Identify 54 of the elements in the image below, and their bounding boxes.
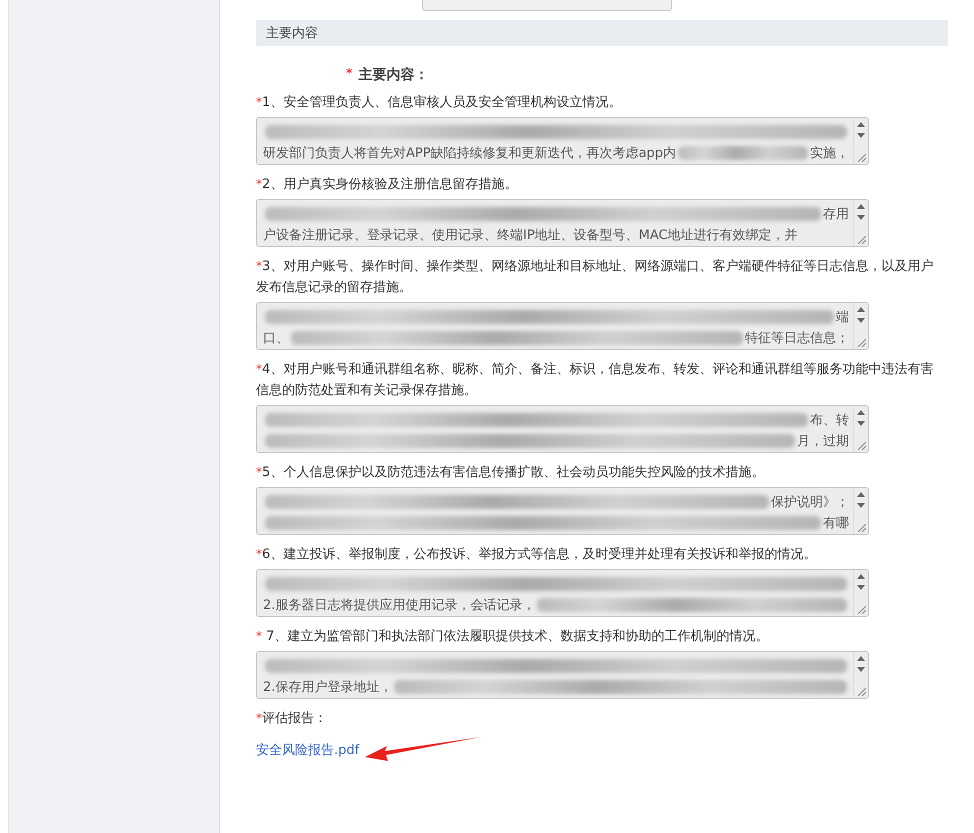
answer-text: 实施， — [810, 144, 849, 162]
scroll-up-icon[interactable] — [857, 492, 865, 497]
text-area[interactable]: 2.保存用户登录地址， — [256, 651, 869, 699]
text-area[interactable]: 保护说明》； 有哪 — [256, 487, 869, 535]
resize-handle-icon[interactable] — [858, 442, 866, 450]
answer-text: 月，过期 — [797, 432, 849, 450]
answer-text: 端 — [836, 308, 849, 326]
answer-text: 特征等日志信息； — [745, 330, 849, 346]
answer-text: 研发部门负责人将首先对APP缺陷持续修复和更新迭代，再次考虑app内 — [263, 144, 676, 162]
answer-text: 布、转 — [810, 412, 849, 428]
section-header: 主要内容 — [256, 20, 948, 46]
answer-text: 口、 — [263, 330, 289, 346]
scroll-up-icon[interactable] — [857, 656, 865, 661]
report-label: *评估报告： — [256, 710, 328, 728]
scroll-up-icon[interactable] — [857, 574, 865, 579]
question-label: *1、安全管理负责人、信息审核人员及安全管理机构设立情况。 — [256, 94, 622, 112]
scroll-down-icon[interactable] — [857, 318, 865, 323]
question-label: *6、建立投诉、举报制度，公布投诉、举报方式等信息，及时受理并处理有关投诉和举报的情况。 — [256, 546, 818, 564]
answer-text: 2.服务器日志将提供应用使用记录，会话记录， — [263, 596, 536, 614]
scroll-up-icon[interactable] — [857, 307, 865, 312]
text-area[interactable]: 存用 户设备注册记录、登录记录、使用记录、终端IP地址、设备型号、MAC地址进行有效绑定，并 — [256, 199, 869, 247]
text-area[interactable]: 研发部门负责人将首先对APP缺陷持续修复和更新迭代，再次考虑app内 实施， — [256, 117, 869, 165]
input-field[interactable] — [422, 0, 672, 11]
resize-handle-icon[interactable] — [858, 606, 866, 614]
scroll-up-icon[interactable] — [857, 204, 865, 209]
text-area[interactable]: 端 口、 特征等日志信息； — [256, 302, 869, 350]
scroll-down-icon[interactable] — [857, 503, 865, 508]
resize-handle-icon[interactable] — [858, 688, 866, 696]
answer-text: 存用 — [823, 206, 849, 222]
scroll-down-icon[interactable] — [857, 215, 865, 220]
required-mark: * — [346, 66, 352, 82]
answer-text: 2.保存用户登录地址， — [263, 678, 392, 696]
answer-text: 有哪 — [823, 514, 849, 532]
scroll-down-icon[interactable] — [857, 133, 865, 138]
scroll-up-icon[interactable] — [857, 122, 865, 127]
question-label: *2、用户真实身份核验及注册信息留存措施。 — [256, 176, 518, 194]
text-area[interactable]: 布、转 月，过期 — [256, 405, 869, 453]
scroll-down-icon[interactable] — [857, 667, 865, 672]
question-label: *4、对用户账号和通讯群组名称、昵称、简介、备注、标识，信息发布、转发、评论和通讯群组等服务功能中违法有害信息的防范处置和有关记录保存措施。 — [256, 361, 934, 400]
answer-text: 户设备注册记录、登录记录、使用记录、终端IP地址、设备型号、MAC地址进行有效绑定，并 — [263, 226, 798, 244]
scroll-down-icon[interactable] — [857, 585, 865, 590]
scroll-down-icon[interactable] — [857, 421, 865, 426]
resize-handle-icon[interactable] — [858, 154, 866, 162]
section-heading: 主要内容： — [358, 66, 428, 84]
answer-text: 保护说明》； — [771, 494, 849, 510]
question-label: * 7、建立为监管部门和执法部门依法履职提供技术、数据支持和协助的工作机制的情况。 — [256, 628, 770, 646]
report-file-link[interactable]: 安全风险报告.pdf — [256, 741, 360, 759]
scroll-up-icon[interactable] — [857, 410, 865, 415]
resize-handle-icon[interactable] — [858, 524, 866, 532]
question-label: *5、个人信息保护以及防范违法有害信息传播扩散、社会动员功能失控风险的技术措施。 — [256, 464, 766, 482]
question-label: *3、对用户账号、操作时间、操作类型、网络源地址和目标地址、网络源端口、客户端硬件特征等日志信息，以及用户发布信息记录的留存措施。 — [256, 258, 934, 297]
resize-handle-icon[interactable] — [858, 236, 866, 244]
text-area[interactable]: 2.服务器日志将提供应用使用记录，会话记录， — [256, 569, 869, 617]
resize-handle-icon[interactable] — [858, 339, 866, 347]
